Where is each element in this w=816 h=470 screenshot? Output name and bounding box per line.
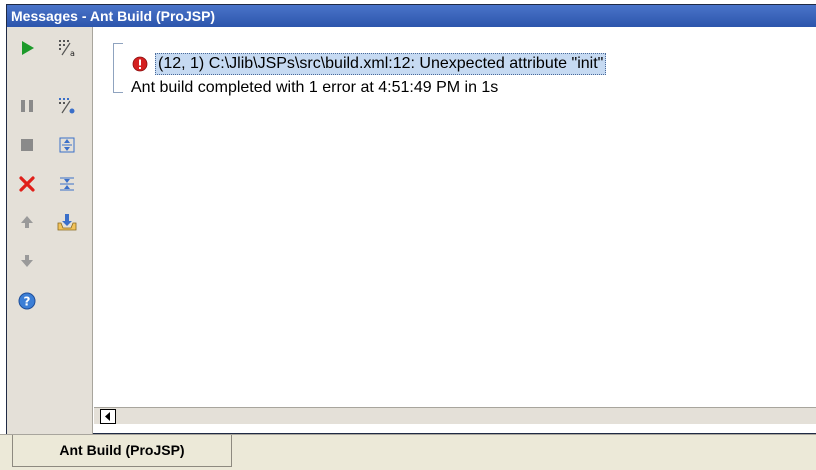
svg-text:a: a bbox=[70, 49, 75, 57]
error-message-text: (12, 1) C:\Jlib\JSPs\src\build.xml:12: U… bbox=[155, 53, 607, 75]
messages-tree: (12, 1) C:\Jlib\JSPs\src\build.xml:12: U… bbox=[94, 27, 816, 407]
messages-window: Messages - Ant Build (ProJSP) ? a (12, 1… bbox=[6, 4, 816, 434]
ant-toolbar: ? a bbox=[7, 27, 93, 434]
run-icon[interactable] bbox=[16, 37, 38, 59]
pause-icon[interactable] bbox=[16, 95, 38, 117]
horizontal-scrollbar[interactable] bbox=[94, 407, 816, 424]
show-properties-icon[interactable]: a bbox=[56, 37, 78, 59]
help-icon[interactable]: ? bbox=[16, 290, 38, 312]
export-icon[interactable] bbox=[56, 211, 78, 233]
tree-connector bbox=[113, 92, 123, 93]
arrow-left-icon bbox=[105, 412, 110, 421]
tree-connector bbox=[113, 43, 123, 44]
tree-connector bbox=[113, 43, 114, 93]
build-summary-text: Ant build completed with 1 error at 4:51… bbox=[131, 79, 499, 96]
close-icon[interactable] bbox=[16, 173, 38, 195]
tab-ant-build[interactable]: Ant Build (ProJSP) bbox=[12, 435, 232, 467]
build-summary-row[interactable]: Ant build completed with 1 error at 4:51… bbox=[131, 77, 498, 99]
stop-icon[interactable] bbox=[16, 134, 38, 156]
collapse-all-icon[interactable] bbox=[56, 173, 78, 195]
sort-messages-icon[interactable] bbox=[56, 95, 78, 117]
next-message-icon[interactable] bbox=[16, 250, 38, 272]
previous-message-icon[interactable] bbox=[16, 211, 38, 233]
window-title: Messages - Ant Build (ProJSP) bbox=[7, 5, 816, 27]
scroll-left-button[interactable] bbox=[100, 409, 116, 424]
svg-text:?: ? bbox=[24, 295, 31, 309]
error-icon bbox=[132, 56, 148, 72]
bottom-tab-strip: Ant Build (ProJSP) bbox=[0, 434, 816, 470]
expand-all-icon[interactable] bbox=[56, 134, 78, 156]
